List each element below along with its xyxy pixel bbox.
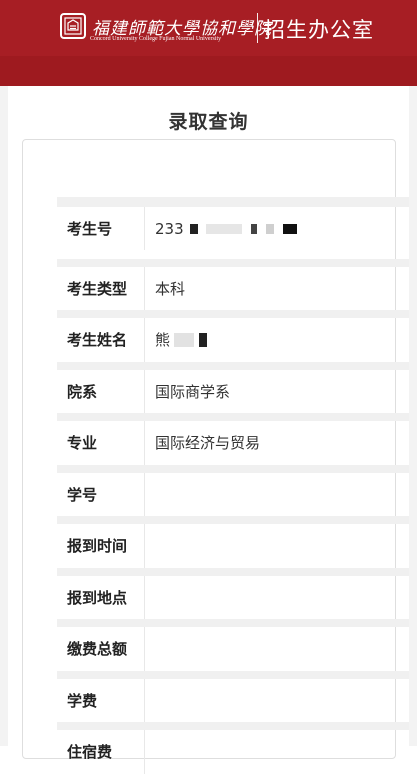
- field-value: [145, 524, 409, 568]
- row-separator: [57, 310, 409, 318]
- table-row-candidate-type: 考生类型 本科: [57, 258, 409, 310]
- table-row-report-time: 报到时间: [57, 516, 409, 568]
- field-label: 缴费总额: [57, 627, 145, 671]
- field-value: [145, 473, 409, 517]
- row-separator: [57, 361, 409, 370]
- field-label: 院系: [57, 369, 145, 413]
- school-name-en: Concord University College Fujian Normal…: [90, 36, 222, 42]
- field-value: 熊: [145, 318, 409, 362]
- table-row-major: 专业 国际经济与贸易: [57, 413, 409, 465]
- field-value: 国际经济与贸易: [155, 434, 261, 453]
- row-separator: [57, 619, 409, 627]
- header-lower-band: [0, 56, 417, 86]
- table-row-total-fee: 缴费总额: [57, 619, 409, 671]
- table-row-candidate-number: 考生号 233: [57, 207, 409, 259]
- row-separator: [57, 567, 409, 576]
- field-label: 住宿费: [57, 730, 145, 774]
- site-header: 福建師範大學協和學院 Concord University College Fu…: [0, 0, 417, 86]
- field-value: [145, 576, 409, 620]
- school-seal-icon: [60, 13, 86, 39]
- table-row-accommodation-fee: 住宿费: [57, 722, 409, 774]
- table-row-department: 院系 国际商学系: [57, 361, 409, 413]
- redaction-mask: [170, 331, 207, 349]
- row-separator: [57, 464, 409, 473]
- field-value: [145, 730, 409, 774]
- page-gutter-right: [409, 86, 417, 746]
- field-label: 考生类型: [57, 266, 145, 310]
- redaction-mask: [186, 220, 297, 238]
- field-label: 考生号: [57, 207, 145, 250]
- field-label: 考生姓名: [57, 318, 145, 362]
- row-separator: [57, 258, 409, 267]
- office-title: 招生办公室: [264, 18, 374, 42]
- admission-info-table: 考生号 233 考生类型 本科 考生姓名 熊 院系 国际商学系 专业 国际经济与…: [57, 207, 409, 774]
- page-gutter-left: [0, 86, 8, 746]
- field-value: 本科: [155, 279, 186, 298]
- field-label: 学费: [57, 678, 145, 722]
- field-label: 专业: [57, 421, 145, 465]
- field-value-text: 熊: [155, 331, 171, 350]
- table-top-separator: [57, 197, 409, 207]
- field-value: [145, 679, 409, 723]
- field-label: 报到时间: [57, 524, 145, 568]
- table-row-student-id: 学号: [57, 464, 409, 517]
- field-label: 学号: [57, 472, 145, 516]
- row-separator: [57, 722, 409, 730]
- field-value-text: 233: [155, 219, 184, 238]
- table-row-report-location: 报到地点: [57, 567, 409, 620]
- field-value: 国际商学系: [155, 382, 231, 401]
- row-separator: [57, 670, 409, 679]
- page-title: 录取查询: [168, 111, 249, 133]
- row-separator: [57, 413, 409, 421]
- field-value: [145, 627, 409, 671]
- field-value: 233: [145, 207, 409, 250]
- header-divider: [257, 13, 258, 43]
- row-separator: [57, 516, 409, 524]
- table-row-tuition: 学费: [57, 670, 409, 723]
- table-row-candidate-name: 考生姓名 熊: [57, 310, 409, 362]
- field-label: 报到地点: [57, 575, 145, 619]
